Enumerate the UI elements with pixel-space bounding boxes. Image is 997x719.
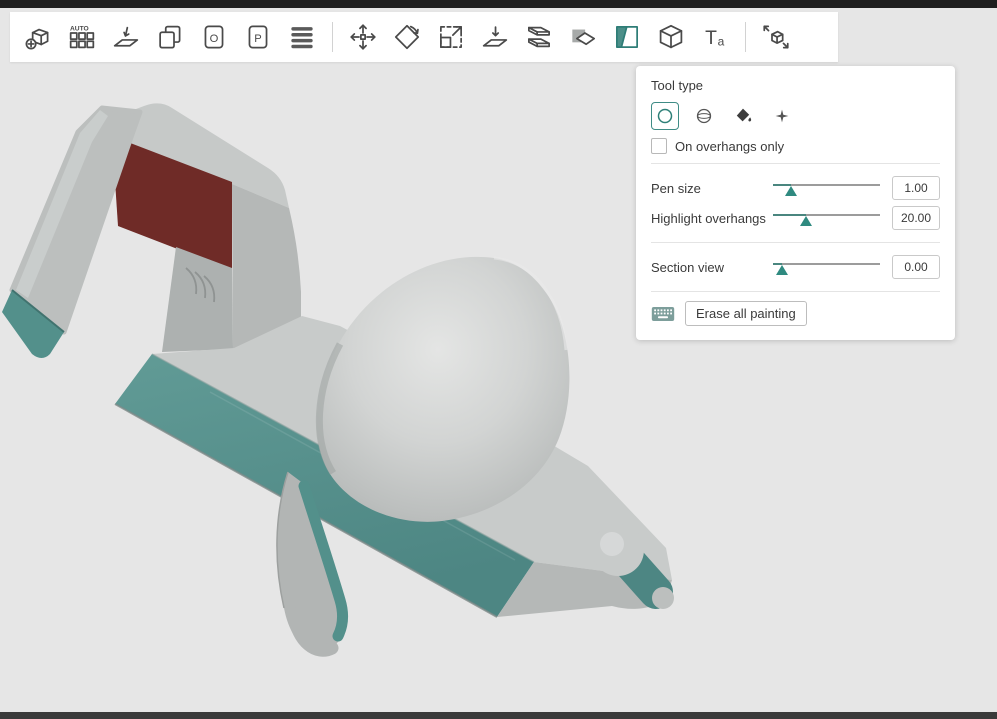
overhangs-only-label: On overhangs only bbox=[675, 139, 784, 154]
slicer-window: AUTO O bbox=[0, 0, 997, 719]
mesh-boolean-icon bbox=[567, 21, 599, 53]
toolbar-scale-button[interactable] bbox=[429, 15, 473, 59]
pen-size-slider[interactable] bbox=[773, 180, 880, 196]
pen-size-label: Pen size bbox=[651, 181, 773, 196]
panel-divider bbox=[651, 242, 940, 243]
add-icon bbox=[22, 21, 54, 53]
window-bottom-edge bbox=[0, 712, 997, 719]
color-painting-icon bbox=[655, 21, 687, 53]
svg-text:O: O bbox=[210, 33, 219, 45]
section-view-value[interactable]: 0.00 bbox=[892, 255, 940, 279]
toolbar-mesh-boolean-button[interactable] bbox=[561, 15, 605, 59]
toolbar-separator bbox=[332, 22, 333, 52]
pen-size-value[interactable]: 1.00 bbox=[892, 176, 940, 200]
svg-text:AUTO: AUTO bbox=[70, 25, 89, 32]
highlight-overhangs-row: Highlight overhangs 20.00 bbox=[651, 203, 940, 233]
panel-divider bbox=[651, 291, 940, 292]
model-hook[interactable] bbox=[2, 103, 301, 358]
move-icon bbox=[347, 21, 379, 53]
svg-text:P: P bbox=[254, 33, 261, 45]
erase-row: Erase all painting bbox=[651, 301, 940, 326]
slider-thumb[interactable] bbox=[776, 265, 788, 275]
toolbar-paste-button[interactable]: P bbox=[236, 15, 280, 59]
toolbar-color-painting-button[interactable] bbox=[649, 15, 693, 59]
overhangs-only-row: On overhangs only bbox=[651, 138, 940, 154]
toolbar-place-on-face-button[interactable] bbox=[473, 15, 517, 59]
rotate-icon bbox=[391, 21, 423, 53]
section-view-slider[interactable] bbox=[773, 259, 880, 275]
toolbar-copy-button[interactable]: O bbox=[192, 15, 236, 59]
toolbar-add-button[interactable] bbox=[16, 15, 60, 59]
variable-layer-height-icon bbox=[286, 21, 318, 53]
circle-brush-button[interactable] bbox=[651, 102, 679, 130]
toolbar-rotate-button[interactable] bbox=[385, 15, 429, 59]
toolbar-cut-button[interactable] bbox=[517, 15, 561, 59]
tool-type-row bbox=[651, 102, 940, 130]
panel-title: Tool type bbox=[651, 78, 940, 93]
pen-size-row: Pen size 1.00 bbox=[651, 173, 940, 203]
highlight-overhangs-slider[interactable] bbox=[773, 210, 880, 226]
copy-icon: O bbox=[198, 21, 230, 53]
cut-icon bbox=[523, 21, 555, 53]
toolbar-auto-arrange-button[interactable]: AUTO bbox=[60, 15, 104, 59]
window-top-edge bbox=[0, 0, 997, 8]
section-view-row: Section view 0.00 bbox=[651, 252, 940, 282]
circle-brush-icon bbox=[654, 105, 676, 127]
panel-divider bbox=[651, 163, 940, 164]
svg-text:T: T bbox=[705, 28, 717, 49]
toolbar-support-painting-button[interactable] bbox=[605, 15, 649, 59]
highlight-overhangs-label: Highlight overhangs bbox=[651, 211, 773, 226]
gap-fill-button[interactable] bbox=[768, 102, 796, 130]
toolbar-move-button[interactable] bbox=[341, 15, 385, 59]
toolbar-separator bbox=[745, 22, 746, 52]
toolbar-variable-layer-height-button[interactable] bbox=[280, 15, 324, 59]
auto-arrange-icon: AUTO bbox=[66, 21, 98, 53]
toolbar-text-shape-button[interactable]: T a bbox=[693, 15, 737, 59]
scale-icon bbox=[435, 21, 467, 53]
text-shape-icon: T a bbox=[699, 21, 731, 53]
paste-icon: P bbox=[242, 21, 274, 53]
split-to-objects-icon bbox=[154, 21, 186, 53]
sphere-brush-icon bbox=[693, 105, 715, 127]
assembly-view-icon bbox=[760, 21, 792, 53]
fill-bucket-icon bbox=[732, 105, 754, 127]
auto-orient-icon bbox=[110, 21, 142, 53]
place-on-face-icon bbox=[479, 21, 511, 53]
svg-text:a: a bbox=[718, 34, 725, 48]
erase-all-painting-button[interactable]: Erase all painting bbox=[685, 301, 807, 326]
overhangs-only-checkbox[interactable] bbox=[651, 138, 667, 154]
toolbar-assembly-view-button[interactable] bbox=[754, 15, 798, 59]
slider-thumb[interactable] bbox=[800, 216, 812, 226]
keyboard-shortcut-icon bbox=[651, 306, 675, 322]
sphere-brush-button[interactable] bbox=[690, 102, 718, 130]
support-painting-panel: Tool type bbox=[636, 66, 955, 340]
section-view-label: Section view bbox=[651, 260, 773, 275]
fill-bucket-button[interactable] bbox=[729, 102, 757, 130]
toolbar-auto-orient-button[interactable] bbox=[104, 15, 148, 59]
gap-fill-icon bbox=[771, 105, 793, 127]
main-toolbar: AUTO O bbox=[10, 12, 838, 62]
highlight-overhangs-value[interactable]: 20.00 bbox=[892, 206, 940, 230]
support-painting-icon bbox=[611, 21, 643, 53]
toolbar-split-to-objects-button[interactable] bbox=[148, 15, 192, 59]
slider-track bbox=[773, 263, 880, 265]
slider-thumb[interactable] bbox=[785, 186, 797, 196]
